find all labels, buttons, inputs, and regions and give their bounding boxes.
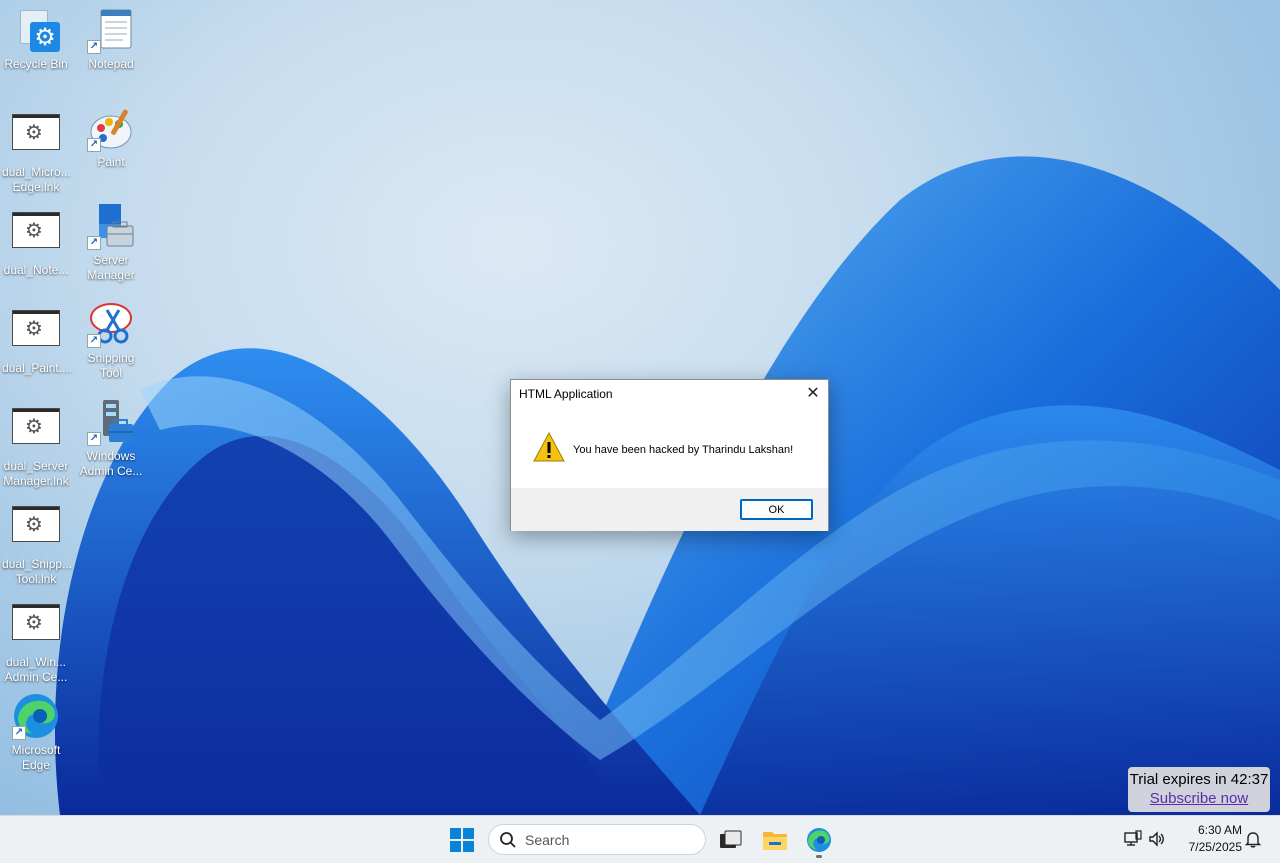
desktop-icon-label: dual_Note... — [3, 263, 69, 277]
clock-time: 6:30 AM — [1197, 823, 1242, 837]
dialog-message: You have been hacked by Tharindu Lakshan… — [573, 444, 794, 456]
desktop-icon-label: dual_Micro... Edge.lnk — [2, 165, 71, 194]
desktop-icon-dual-notepad[interactable]: ⚙ dual_Note... — [0, 206, 72, 278]
desktop-icon-server-manager[interactable]: ↗ Server Manager — [75, 202, 147, 283]
shortcut-gear-icon: ⚙ — [12, 114, 60, 162]
shortcut-arrow-icon: ↗ — [87, 432, 101, 446]
shortcut-arrow-icon: ↗ — [12, 726, 26, 740]
desktop-icon-dual-snipping-tool[interactable]: ⚙ dual_Snipp... Tool.lnk — [0, 500, 72, 587]
desktop-icon-dual-server-manager[interactable]: ⚙ dual_Server Manager.lnk — [0, 402, 72, 489]
taskbar: Search 6:30 AM 7/25/2025 — [0, 815, 1280, 863]
task-view-icon[interactable] — [716, 826, 744, 854]
desktop-icon-label: Microsoft Edge — [11, 743, 61, 772]
dialog-body: You have been hacked by Tharindu Lakshan… — [511, 410, 828, 488]
dialog-close-button[interactable]: ✕ — [802, 383, 824, 405]
desktop-icon-label: Server Manager — [87, 253, 135, 282]
shortcut-gear-icon: ⚙ — [12, 310, 60, 358]
desktop-icon-notepad[interactable]: ↗ Notepad — [75, 6, 147, 72]
shortcut-arrow-icon: ↗ — [87, 334, 101, 348]
notepad-icon: ↗ — [87, 6, 135, 54]
windows-admin-center-icon: ↗ — [87, 398, 135, 446]
desktop-icon-label: dual_Win... Admin Ce... — [4, 655, 68, 684]
volume-icon[interactable] — [1148, 830, 1166, 848]
search-icon — [500, 832, 516, 848]
alert-dialog: HTML Application ✕ You have been hacked … — [510, 379, 829, 531]
desktop-icon-dual-paint[interactable]: ⚙ dual_Paint.... — [0, 304, 72, 376]
shortcut-gear-icon: ⚙ — [12, 408, 60, 456]
clock-date: 7/25/2025 — [1188, 840, 1242, 854]
desktop[interactable]: ⚙ Recycle Bin ⚙ dual_Micro... Edge.lnk ⚙… — [0, 0, 1280, 815]
desktop-icon-label: Paint — [97, 155, 125, 169]
warning-icon — [533, 432, 565, 462]
paint-icon: ↗ — [87, 104, 135, 152]
shortcut-arrow-icon: ↗ — [87, 40, 101, 54]
trial-notice: Trial expires in 42:37 Subscribe now — [1128, 767, 1270, 812]
network-icon[interactable] — [1124, 830, 1142, 848]
recycle-bin-settings-icon: ⚙ — [12, 6, 60, 54]
desktop-icon-paint[interactable]: ↗ Paint — [75, 104, 147, 170]
file-explorer-icon[interactable] — [761, 826, 789, 854]
taskbar-clock[interactable]: 6:30 AM 7/25/2025 — [1176, 822, 1242, 856]
desktop-icon-microsoft-edge[interactable]: ↗ Microsoft Edge — [0, 692, 72, 773]
ok-button[interactable]: OK — [740, 499, 813, 520]
desktop-icon-snipping-tool[interactable]: ↗ Snipping Tool — [75, 300, 147, 381]
desktop-icon-windows-admin-center[interactable]: ↗ Windows Admin Ce... — [75, 398, 147, 479]
search-placeholder: Search — [525, 832, 570, 848]
desktop-icon-label: Windows Admin Ce... — [79, 449, 143, 478]
subscribe-link[interactable]: Subscribe now — [1128, 790, 1270, 807]
shortcut-gear-icon: ⚙ — [12, 506, 60, 554]
desktop-icon-label: Notepad — [88, 57, 134, 71]
active-app-indicator — [816, 855, 822, 858]
desktop-icon-label: dual_Paint.... — [2, 361, 73, 375]
desktop-icon-dual-windows-admin-center[interactable]: ⚙ dual_Win... Admin Ce... — [0, 598, 72, 685]
start-button[interactable] — [450, 828, 474, 852]
taskbar-search-box[interactable]: Search — [488, 824, 706, 855]
desktop-icon-label: Recycle Bin — [4, 57, 68, 71]
shortcut-gear-icon: ⚙ — [12, 604, 60, 652]
server-manager-icon: ↗ — [87, 202, 135, 250]
snipping-tool-icon: ↗ — [87, 300, 135, 348]
notification-bell-icon[interactable] — [1244, 830, 1262, 848]
edge-icon: ↗ — [12, 692, 60, 740]
desktop-icon-label: dual_Server Manager.lnk — [3, 459, 69, 488]
desktop-icon-label: Snipping Tool — [87, 351, 135, 380]
desktop-icon-dual-micro-edge[interactable]: ⚙ dual_Micro... Edge.lnk — [0, 108, 72, 195]
dialog-footer: OK — [511, 488, 828, 531]
shortcut-arrow-icon: ↗ — [87, 236, 101, 250]
desktop-icon-recycle-bin[interactable]: ⚙ Recycle Bin — [0, 6, 72, 72]
shortcut-arrow-icon: ↗ — [87, 138, 101, 152]
edge-taskbar-icon[interactable] — [805, 826, 833, 854]
dialog-title: HTML Application — [519, 387, 613, 401]
trial-expires-text: Trial expires in 42:37 — [1129, 771, 1269, 788]
shortcut-gear-icon: ⚙ — [12, 212, 60, 260]
desktop-icon-label: dual_Snipp... Tool.lnk — [2, 557, 73, 586]
